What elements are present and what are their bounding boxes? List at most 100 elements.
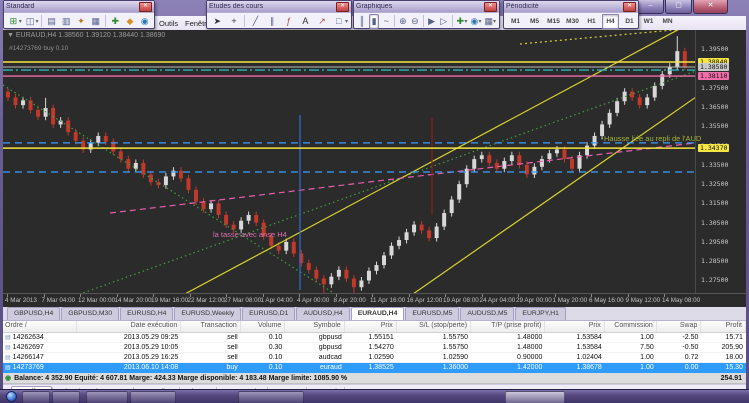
candle-body (186, 178, 190, 190)
trendline-icon[interactable]: ╱ (248, 14, 263, 29)
indicators-dropdown-icon[interactable]: ▾ (464, 18, 467, 25)
column-header[interactable]: Swap (657, 321, 702, 332)
column-header[interactable]: Date exécution (77, 321, 181, 332)
chart-title: ▼ EURAUD,H4 1.38560 1.39120 1.38440 1.38… (7, 32, 165, 39)
open-trade-label: #14273769 buy 0.10 (9, 45, 68, 52)
window-maximize-button[interactable]: ▢ (665, 0, 692, 14)
total-profit: 254.91 (721, 375, 746, 382)
period-button-m1[interactable]: M1 (507, 14, 524, 29)
menu-item-outils[interactable]: Outils (155, 18, 182, 29)
column-header[interactable]: Profit (701, 321, 746, 332)
new-chart-dropdown-icon[interactable]: ▾ (19, 18, 22, 25)
chart-tab-audusd-h4[interactable]: AUDUSD,H4 (296, 307, 349, 320)
column-header[interactable]: Prix (345, 321, 397, 332)
trade-row[interactable]: ▤142661472013.05.29 16:25sell0.10audcad1… (3, 353, 746, 363)
column-header[interactable]: Volume (241, 321, 286, 332)
chart-tab-eurusd-weekly[interactable]: EURUSD,Weekly (174, 307, 241, 320)
column-header[interactable]: Prix (545, 321, 604, 332)
taskbar-button[interactable] (505, 391, 565, 403)
autotrading-icon[interactable]: ◉ (138, 14, 151, 29)
period-button-mn[interactable]: MN (659, 14, 676, 29)
close-icon[interactable]: ✕ (623, 2, 636, 12)
period-button-h4[interactable]: H4 (602, 14, 619, 29)
chart-shift-icon[interactable]: ▷ (439, 14, 449, 29)
balance-row: ◉ Balance: 4 352.90 Equité: 4 607.81 Mar… (3, 373, 746, 384)
trade-row[interactable]: ▤142626342013.05.29 09:25sell0.10gbpusd1… (3, 333, 746, 343)
time-label: 19 Apr 08:00 (443, 297, 479, 304)
market-watch-icon[interactable]: ▤ (45, 14, 58, 29)
terminal-icon[interactable]: ▦ (89, 14, 102, 29)
toolbar-title: Etudes des cours (209, 3, 263, 10)
period-button-h1[interactable]: H1 (583, 14, 600, 29)
period-button-m5[interactable]: M5 (526, 14, 543, 29)
trade-row[interactable]: ▤142737692013.06.10 14:08buy0.10euraud1.… (3, 363, 746, 373)
candle-body (202, 201, 206, 209)
period-button-m15[interactable]: M15 (545, 14, 562, 29)
templates-dropdown-icon[interactable]: ▾ (478, 18, 481, 25)
chart-tab-eurjpy-h1[interactable]: EURJPY,H1 (515, 307, 566, 320)
trade-cell: 1.02590 (345, 354, 397, 361)
crosshair-icon[interactable]: + (227, 14, 242, 29)
cursor-icon[interactable]: ➤ (210, 14, 225, 29)
price-label: 1.27500 (701, 276, 728, 284)
taskbar-button[interactable] (22, 391, 50, 403)
navigator-icon[interactable]: ✦ (75, 14, 88, 29)
candlestick-icon[interactable]: ▮ (369, 14, 379, 29)
trade-cell: 1.53584 (545, 344, 604, 351)
candle-body (540, 159, 544, 167)
shapes-dropdown-icon[interactable]: ▾ (345, 18, 348, 25)
chart-tab-gbpusd-m30[interactable]: GBPUSD,M30 (61, 307, 119, 320)
auto-scroll-icon[interactable]: ▶ (427, 14, 437, 29)
chart-tab-eurusd-h4[interactable]: EURUSD,H4 (120, 307, 173, 320)
close-icon[interactable]: ✕ (139, 2, 152, 12)
chart-area[interactable]: 1.395001.385001.375001.365001.355001.345… (3, 30, 746, 293)
column-header[interactable]: Symbole (285, 321, 344, 332)
window-close-button[interactable]: ✕ (693, 0, 728, 14)
zoom-out-icon[interactable]: ⊖ (410, 14, 420, 29)
taskbar-button[interactable] (130, 391, 176, 403)
taskbar-button[interactable] (238, 391, 304, 403)
taskbar-button[interactable] (52, 391, 80, 403)
close-icon[interactable]: ✕ (484, 2, 497, 12)
toolbar-standard: Standard ✕ ⊞▾◫▾▤▥✦▦✚◆◉ (3, 0, 155, 29)
chart-tab-gbpusd-h4[interactable]: GBPUSD,H4 (7, 307, 60, 320)
window-caption-buttons: –▢✕ (636, 0, 728, 14)
start-button[interactable] (6, 391, 17, 402)
tile-windows-dropdown-icon[interactable]: ▾ (493, 18, 496, 25)
taskbar-button[interactable] (86, 391, 128, 403)
period-button-d1[interactable]: D1 (621, 14, 638, 29)
channel-icon[interactable]: ∥ (265, 14, 280, 29)
trade-row[interactable]: ▤142626972013.05.29 10:05sell0.30gbpusd1… (3, 343, 746, 353)
metaeditor-icon[interactable]: ◆ (124, 14, 137, 29)
chart-plot[interactable] (3, 30, 695, 293)
time-label: 1 Apr 04:00 (261, 297, 293, 304)
line-chart-icon[interactable]: ~ (381, 14, 391, 29)
column-header[interactable]: Ordre / (3, 321, 77, 332)
new-order-icon[interactable]: ✚ (109, 14, 122, 29)
zoom-in-icon[interactable]: ⊕ (398, 14, 408, 29)
trade-cell: 2013.05.29 10:05 (77, 344, 181, 351)
arrow-tool-icon[interactable]: ↗ (315, 14, 330, 29)
period-button-w1[interactable]: W1 (640, 14, 657, 29)
window-minimize-button[interactable]: – (637, 0, 664, 14)
close-icon[interactable]: ✕ (336, 2, 349, 12)
chart-tab-eurusd-d1[interactable]: EURUSD,D1 (242, 307, 295, 320)
chart-tab-audusd-m5[interactable]: AUDUSD,M5 (460, 307, 514, 320)
column-header[interactable]: S/L (stop/perte) (397, 321, 471, 332)
chart-tab-euraud-h4[interactable]: EURAUD,H4 (351, 307, 405, 320)
metatrader-window: –▢✕ OutilsFenêtre –▢✕ Standard ✕ ⊞▾◫▾▤▥✦… (0, 0, 749, 403)
column-header[interactable]: Transaction (181, 321, 240, 332)
trade-cell: 2013.06.10 14:08 (77, 364, 181, 371)
data-window-icon[interactable]: ▥ (60, 14, 73, 29)
profiles-dropdown-icon[interactable]: ▾ (35, 18, 38, 25)
period-button-m30[interactable]: M30 (564, 14, 581, 29)
candle-body (495, 163, 499, 169)
chart-tab-eurusd-m5[interactable]: EURUSD,M5 (405, 307, 459, 320)
text-icon[interactable]: A (298, 14, 313, 29)
column-header[interactable]: Commission (605, 321, 657, 332)
candle-body (322, 279, 326, 285)
fibonacci-icon[interactable]: ƒ (281, 14, 296, 29)
bar-chart-icon[interactable]: ║ (357, 14, 367, 29)
column-header[interactable]: T/P (prise profit) (471, 321, 545, 332)
shapes-icon[interactable]: □ (331, 14, 346, 29)
